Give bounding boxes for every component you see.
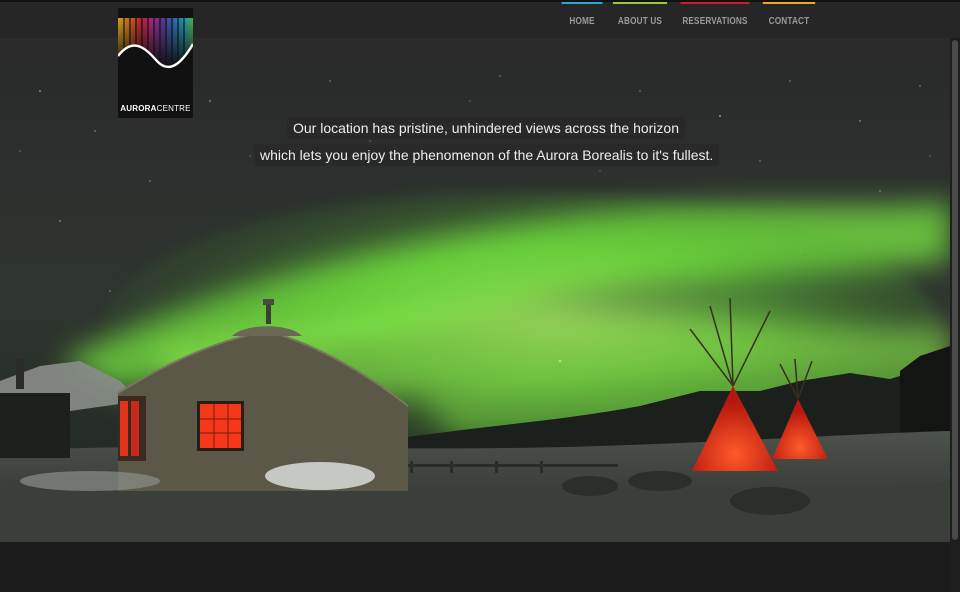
aurora-centre-logo[interactable]: AURORACENTRE <box>118 8 193 118</box>
logo-wordmark-light: CENTRE <box>156 104 191 113</box>
nav-home[interactable]: HOME <box>561 2 603 40</box>
nav-home-accent <box>561 2 603 4</box>
footer-area <box>0 542 950 592</box>
nav-about-us[interactable]: ABOUT US <box>612 2 668 40</box>
nav-reservations-label: RESERVATIONS <box>682 15 748 27</box>
nav-contact-label: CONTACT <box>768 15 810 27</box>
nav-home-label: HOME <box>569 15 595 27</box>
nav-contact[interactable]: CONTACT <box>762 2 816 40</box>
scrollbar-thumb[interactable] <box>952 40 958 540</box>
logo-wordmark: AURORACENTRE <box>118 104 193 113</box>
nav-contact-accent <box>762 2 816 4</box>
nav-reservations-accent <box>680 2 750 4</box>
nav-about-accent <box>612 2 668 4</box>
nav-reservations[interactable]: RESERVATIONS <box>680 2 750 40</box>
logo-wordmark-bold: AURORA <box>120 104 157 113</box>
aurora-spectrum-icon <box>118 8 193 98</box>
main-nav: HOME ABOUT US RESERVATIONS CONTACT <box>557 2 821 40</box>
hero-caption-line-2: which lets you enjoy the phenomenon of t… <box>254 144 720 166</box>
page-scrollbar[interactable] <box>950 38 960 592</box>
hero-caption-line-1: Our location has pristine, unhindered vi… <box>287 117 685 139</box>
nav-about-label: ABOUT US <box>617 15 663 27</box>
